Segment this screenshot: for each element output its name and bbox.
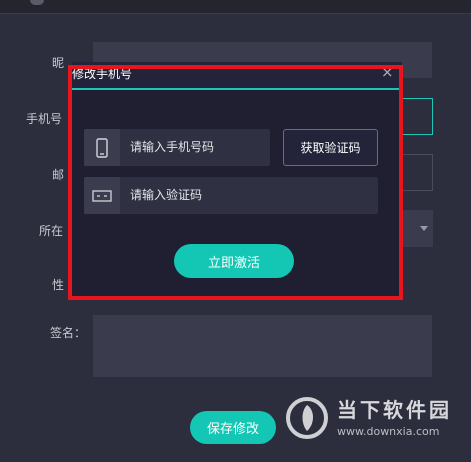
verification-code-field[interactable]: 请输入验证码 [84,177,378,214]
modal-divider [72,88,402,90]
gender-label: 性 [52,278,65,292]
profile-edit-page: 昵 手机号 邮 所在 性 签名： 保存修改 修改手机号 × 请输入手机号码 获取… [0,0,471,462]
chevron-down-icon [420,226,428,231]
watermark-url: www.downxia.com [337,425,440,438]
verification-code-placeholder: 请输入验证码 [130,188,203,202]
phone-number-field[interactable]: 请输入手机号码 [84,129,270,166]
downxia-logo-icon [286,397,328,439]
top-indicator [30,0,44,5]
modal-header: 修改手机号 × [72,62,402,89]
top-strip [0,0,471,14]
activate-button[interactable]: 立即激活 [174,244,294,278]
get-code-button[interactable]: 获取验证码 [283,129,378,166]
keyboard-icon [84,177,120,214]
modal-title: 修改手机号 [72,67,133,81]
watermark-brand: 当下软件园 [337,398,452,422]
phone-number-placeholder: 请输入手机号码 [130,140,215,154]
nickname-label: 昵 [52,56,65,70]
location-select[interactable] [400,210,433,247]
watermark: 当下软件园 www.downxia.com [285,394,465,444]
signature-textarea[interactable] [93,315,432,377]
email-label: 邮 [52,168,65,182]
close-icon[interactable]: × [381,63,394,81]
signature-label: 签名： [50,326,87,340]
location-label: 所在 [39,224,64,238]
change-phone-modal: 修改手机号 × 请输入手机号码 获取验证码 请输入验证码 立即激活 [72,62,402,300]
mobile-phone-icon [84,129,120,166]
save-button[interactable]: 保存修改 [190,411,276,444]
phone-label: 手机号 [26,112,63,126]
